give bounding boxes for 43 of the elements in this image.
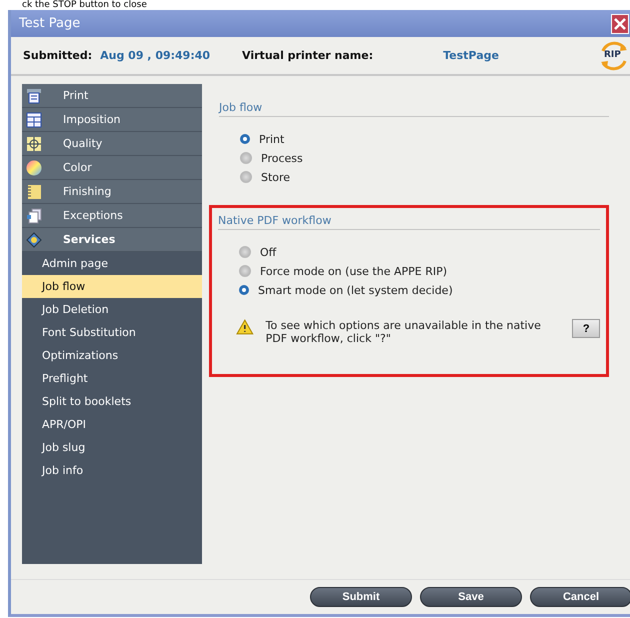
- footer-button[interactable]: Cancel: [530, 587, 630, 607]
- radio-option[interactable]: Process: [240, 151, 609, 165]
- warning-icon: [236, 319, 254, 335]
- grid-icon: [26, 112, 42, 128]
- background-text: ck the STOP button to close: [22, 0, 147, 10]
- warning-text: To see which options are unavailable in the native PDF workflow, click "?": [266, 319, 542, 345]
- radio-button[interactable]: [239, 265, 251, 277]
- section-title: Native PDF workflow: [218, 214, 600, 230]
- sidebar-item[interactable]: Finishing: [22, 180, 202, 204]
- sidebar-item[interactable]: Services: [22, 228, 202, 252]
- pages-icon: [26, 208, 42, 224]
- sidebar-item[interactable]: Print: [22, 84, 202, 108]
- window-title: Test Page: [19, 16, 82, 31]
- sidebar-item[interactable]: Color: [22, 156, 202, 180]
- radio-option[interactable]: Store: [240, 170, 609, 184]
- submitted-value: Aug 09 , 09:49:40: [100, 49, 210, 62]
- notebook-icon: [26, 184, 42, 200]
- section-title: Job flow: [219, 101, 609, 117]
- diamond-icon: [26, 232, 42, 248]
- help-button[interactable]: ?: [572, 319, 600, 338]
- footer-button[interactable]: Submit: [310, 587, 412, 607]
- printer-name-label: Virtual printer name:: [242, 49, 374, 62]
- radio-button[interactable]: [239, 285, 249, 295]
- submitted-label: Submitted:: [23, 49, 92, 62]
- radio-button[interactable]: [240, 152, 252, 164]
- radio-button[interactable]: [240, 134, 250, 144]
- radio-option[interactable]: Off: [239, 245, 600, 259]
- footer-button[interactable]: Save: [420, 587, 522, 607]
- close-icon: [614, 18, 626, 30]
- sidebar-subitem[interactable]: Job flow: [22, 275, 202, 298]
- sidebar-item[interactable]: Exceptions: [22, 204, 202, 228]
- close-button[interactable]: [611, 14, 629, 34]
- printer-icon: [26, 88, 42, 104]
- printer-name-value: TestPage: [443, 49, 499, 62]
- radio-option[interactable]: Print: [240, 132, 609, 146]
- radio-option[interactable]: Force mode on (use the APPE RIP): [239, 264, 600, 278]
- color-wheel-icon: [26, 160, 42, 176]
- sidebar-item[interactable]: Imposition: [22, 108, 202, 132]
- radio-button[interactable]: [239, 246, 251, 258]
- radio-option[interactable]: Smart mode on (let system decide): [239, 283, 600, 297]
- radio-button[interactable]: [240, 171, 252, 183]
- sidebar-item[interactable]: Quality: [22, 132, 202, 156]
- crosshair-icon: [26, 136, 42, 152]
